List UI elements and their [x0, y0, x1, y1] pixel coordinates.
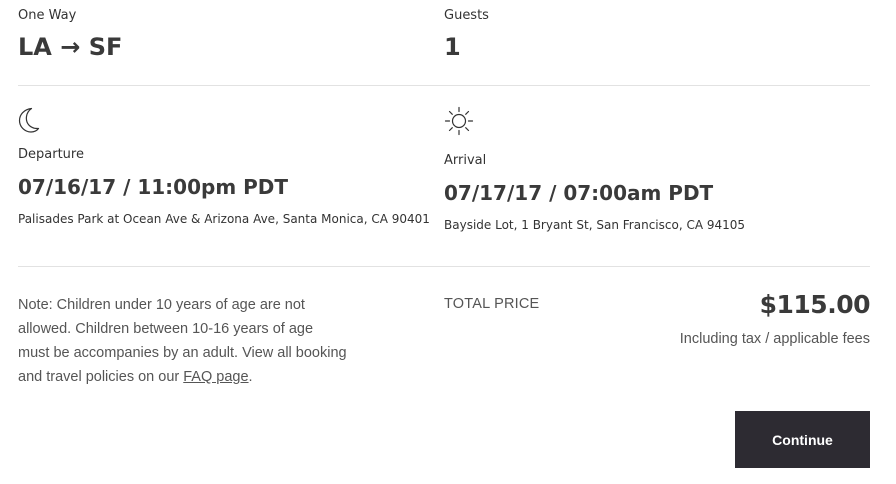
trip-type-label: One Way — [18, 8, 77, 23]
guests-count: 1 — [444, 33, 461, 61]
moon-icon — [16, 106, 42, 134]
total-price-amount: $115.00 — [759, 290, 871, 319]
divider-middle — [18, 266, 870, 267]
arrival-address: Bayside Lot, 1 Bryant St, San Francisco,… — [444, 218, 746, 232]
policy-note-end: . — [248, 369, 253, 385]
divider-top — [18, 85, 870, 86]
route-title: LA → SF — [18, 33, 123, 61]
departure-datetime: 07/16/17 / 11:00pm PDT — [18, 175, 289, 199]
total-price-label: TOTAL PRICE — [444, 296, 540, 312]
continue-button[interactable]: Continue — [735, 411, 870, 468]
arrival-label: Arrival — [444, 153, 487, 168]
departure-label: Departure — [18, 147, 84, 162]
sun-icon — [444, 105, 476, 137]
policy-note: Note: Children under 10 years of age are… — [18, 293, 348, 389]
arrival-datetime: 07/17/17 / 07:00am PDT — [444, 181, 714, 205]
departure-address: Palisades Park at Ocean Ave & Arizona Av… — [18, 212, 430, 226]
faq-link[interactable]: FAQ page — [183, 369, 248, 385]
fees-note: Including tax / applicable fees — [679, 331, 870, 347]
guests-label: Guests — [444, 8, 489, 23]
